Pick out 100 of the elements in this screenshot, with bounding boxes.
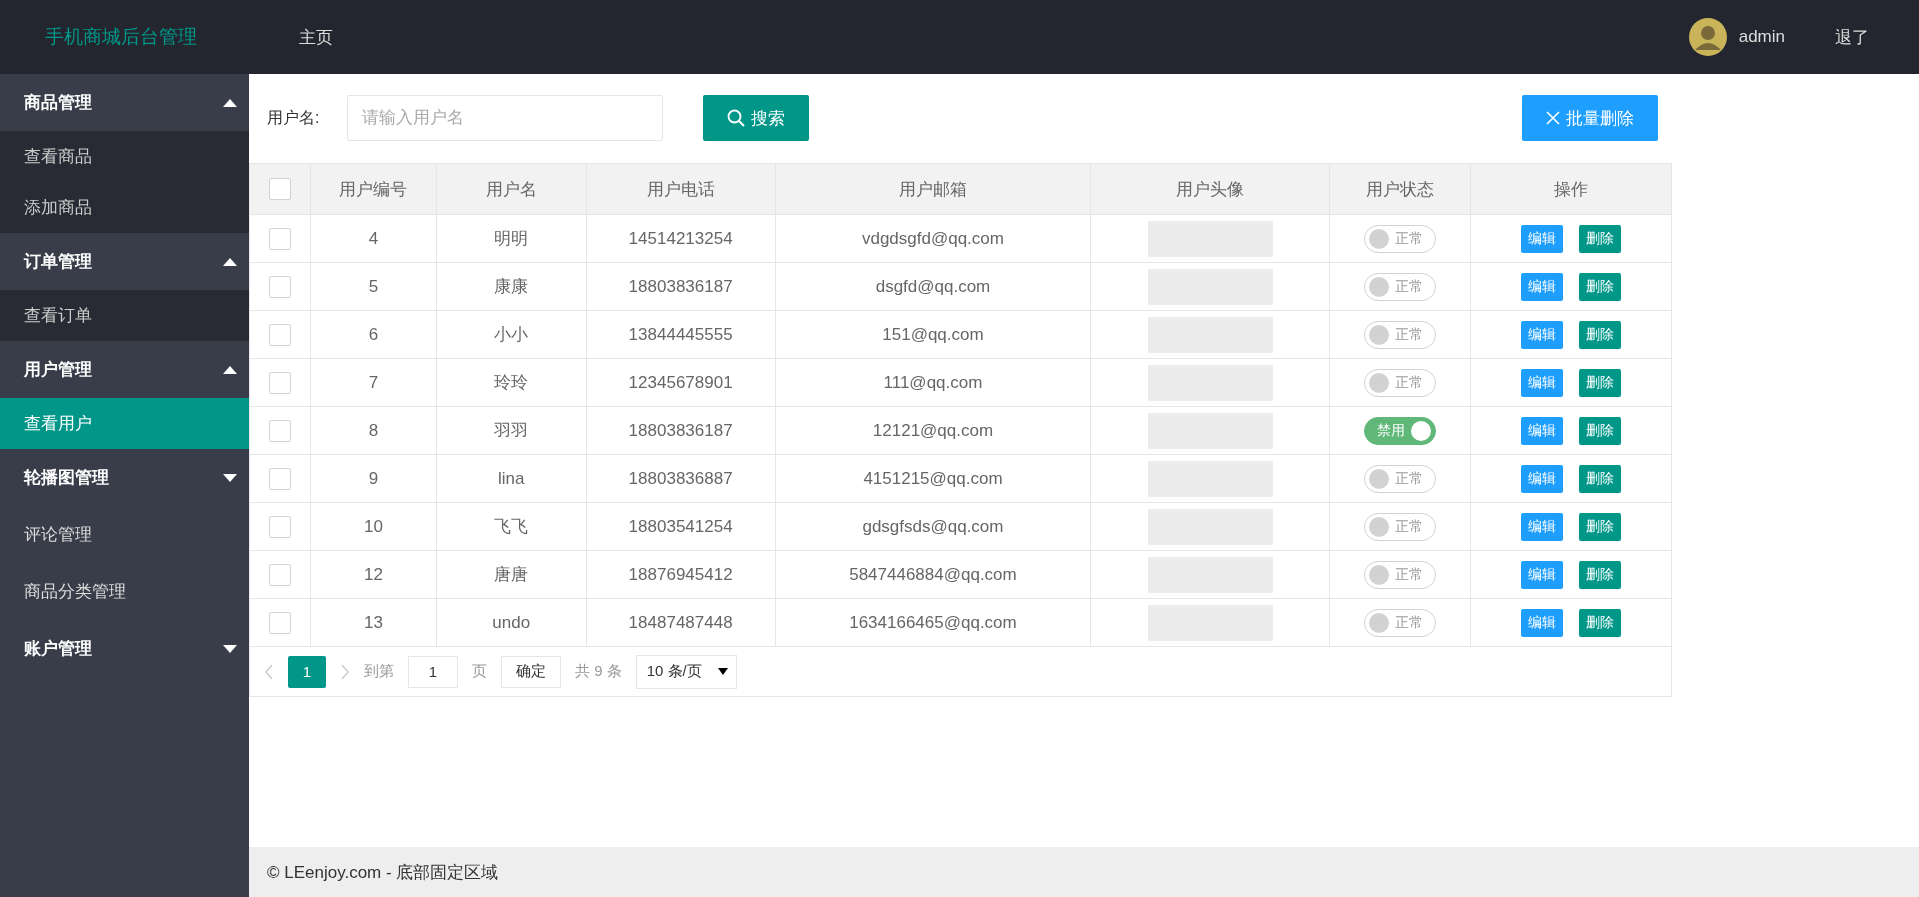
caret-up-icon [223,257,237,266]
table-cell: 14514213254 [586,214,776,263]
page-input[interactable]: 1 [408,655,458,688]
table-cell: 飞飞 [436,502,587,551]
column-header: 用户邮箱 [775,163,1091,215]
status-toggle[interactable]: 正常 [1364,512,1437,541]
row-checkbox[interactable] [268,227,291,250]
goto-label: 到第 [364,662,394,681]
edit-button[interactable]: 编辑 [1521,224,1564,253]
page-button[interactable]: 1 [288,655,326,688]
row-checkbox[interactable] [268,467,291,490]
row-checkbox[interactable] [268,323,291,346]
row-checkbox[interactable] [268,611,291,634]
page-size-select[interactable]: 10 条/页 [635,654,737,689]
table-cell: 12 [310,550,437,599]
table-cell: 111@qq.com [775,358,1091,407]
edit-button[interactable]: 编辑 [1521,560,1564,589]
delete-button[interactable]: 删除 [1579,368,1622,397]
delete-button[interactable]: 删除 [1579,272,1622,301]
delete-button[interactable]: 删除 [1579,224,1622,253]
table-cell: 唐唐 [436,550,587,599]
menu-item[interactable]: 添加商品 [0,182,249,233]
table-cell: 9 [310,454,437,503]
avatar-icon[interactable] [1688,18,1727,56]
menu-item[interactable]: 查看订单 [0,290,249,341]
edit-button[interactable]: 编辑 [1521,608,1564,637]
status-toggle[interactable]: 禁用 [1364,416,1437,445]
column-header: 用户状态 [1329,163,1471,215]
table-cell: 18876945412 [586,550,776,599]
select-all-checkbox[interactable] [268,178,291,200]
menu-item[interactable]: 查看商品 [0,131,249,182]
search-button[interactable]: 搜索 [703,95,810,141]
table-cell: 7 [310,358,437,407]
total-count: 共 9 条 [575,662,622,681]
row-checkbox[interactable] [268,563,291,586]
footer-text: © LEenjoy.com - 底部固定区域 [249,847,1919,897]
bulk-delete-button[interactable]: 批量删除 [1522,95,1658,141]
table-cell: undo [436,598,587,647]
row-checkbox[interactable] [268,275,291,298]
edit-button[interactable]: 编辑 [1521,512,1564,541]
status-toggle[interactable]: 正常 [1364,464,1437,493]
table-cell: 1634166465@qq.com [775,598,1091,647]
table-cell: dsgfd@qq.com [775,262,1091,311]
table-cell: 12121@qq.com [775,406,1091,455]
table-cell: 12345678901 [586,358,776,407]
status-toggle[interactable]: 正常 [1364,320,1437,349]
table-cell: 8 [310,406,437,455]
table-cell: gdsgfsds@qq.com [775,502,1091,551]
menu-item[interactable]: 查看用户 [0,398,249,449]
app-logo: 手机商城后台管理 [44,25,198,49]
row-checkbox[interactable] [268,515,291,538]
column-header: 操作 [1470,163,1672,215]
status-toggle[interactable]: 正常 [1364,368,1437,397]
username-input[interactable]: 请输入用户名 [347,95,664,141]
table-cell: vdgdsgfd@qq.com [775,214,1091,263]
table-cell: 5 [310,262,437,311]
table-cell: 6 [310,310,437,359]
column-header: 用户名 [436,163,587,215]
table-cell: 13 [310,598,437,647]
delete-button[interactable]: 删除 [1579,560,1622,589]
row-checkbox[interactable] [268,419,291,442]
delete-button[interactable]: 删除 [1579,416,1622,445]
confirm-button[interactable]: 确定 [501,655,561,688]
edit-button[interactable]: 编辑 [1521,368,1564,397]
table-cell: 151@qq.com [775,310,1091,359]
table-cell: 18803836187 [586,262,776,311]
table-cell: 羽羽 [436,406,587,455]
close-icon [1546,111,1560,125]
table-cell: 18803836187 [586,406,776,455]
chevron-right-icon[interactable] [340,663,350,680]
page-unit: 页 [472,662,487,681]
chevron-left-icon[interactable] [264,663,274,680]
table-cell: 18803836887 [586,454,776,503]
edit-button[interactable]: 编辑 [1521,416,1564,445]
delete-button[interactable]: 删除 [1579,464,1622,493]
edit-button[interactable]: 编辑 [1521,464,1564,493]
user-name[interactable]: admin [1738,27,1785,47]
status-toggle[interactable]: 正常 [1364,272,1437,301]
status-toggle[interactable]: 正常 [1364,560,1437,589]
table-cell: 小小 [436,310,587,359]
delete-button[interactable]: 删除 [1579,320,1622,349]
caret-down-icon [223,473,237,482]
nav-link[interactable]: 主页 [299,25,333,49]
table-cell: 5847446884@qq.com [775,550,1091,599]
search-label: 用户名: [267,107,320,128]
edit-button[interactable]: 编辑 [1521,272,1564,301]
edit-button[interactable]: 编辑 [1521,320,1564,349]
delete-button[interactable]: 删除 [1579,608,1622,637]
table-cell: 康康 [436,262,587,311]
caret-up-icon [223,365,237,374]
table-cell: 4 [310,214,437,263]
table-cell: 13844445555 [586,310,776,359]
delete-button[interactable]: 删除 [1579,512,1622,541]
caret-up-icon [223,98,237,107]
column-header: 用户编号 [310,163,437,215]
logout-link[interactable]: 退了 [1835,25,1869,49]
table-cell: 玲玲 [436,358,587,407]
status-toggle[interactable]: 正常 [1364,224,1437,253]
row-checkbox[interactable] [268,371,291,394]
status-toggle[interactable]: 正常 [1364,608,1437,637]
